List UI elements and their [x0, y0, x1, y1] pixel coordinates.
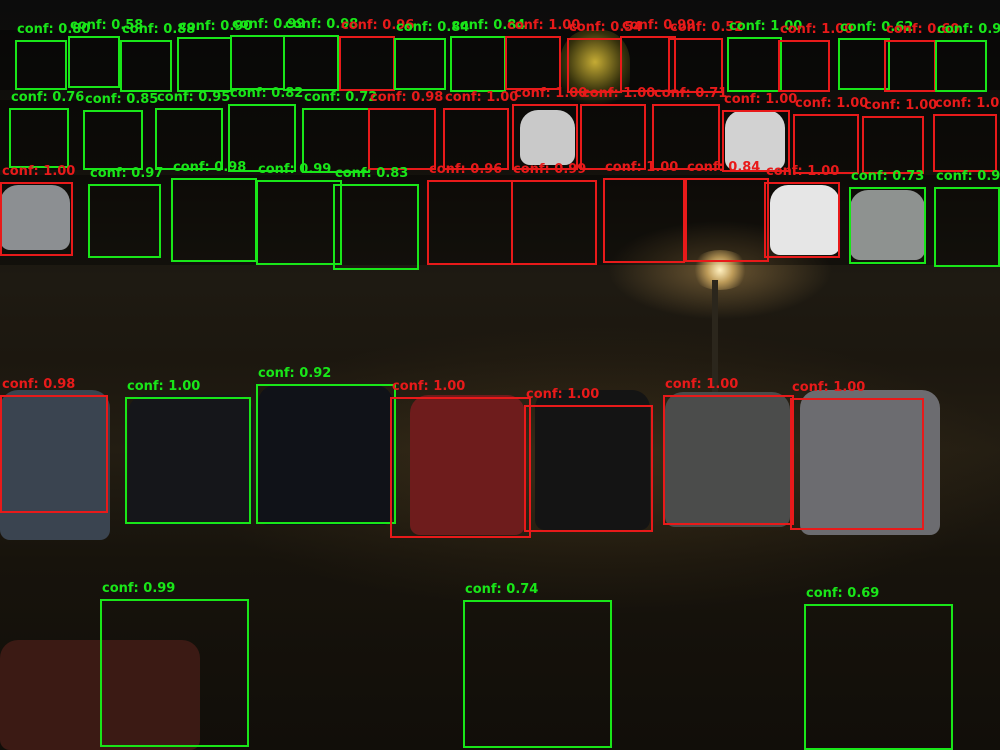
detection-label: conf: 0.74 — [465, 582, 539, 597]
detection-label: conf: 0.99 — [258, 162, 332, 177]
detection-box: conf: 1.00 — [125, 380, 251, 524]
detection-box: conf: 0.60 — [884, 23, 959, 92]
detection-label: conf: 1.0 — [935, 96, 1000, 111]
detection-box: conf: 1.00 — [512, 87, 587, 170]
detection-box: conf: 1.00 — [663, 378, 794, 525]
detection-box: conf: 0.98 — [368, 91, 443, 170]
detection-label: conf: 1.00 — [582, 86, 656, 101]
detection-label: conf: 0.92 — [258, 366, 332, 381]
detection-box: conf: 1.00 — [862, 99, 937, 174]
detection-label: conf: 0.99 — [102, 581, 176, 596]
detection-box: conf: 0.99 — [100, 582, 249, 747]
detection-box: conf: 0.58 — [68, 19, 143, 88]
detection-label: conf: 0.99 — [513, 162, 587, 177]
detection-label: conf: 0.97 — [90, 166, 164, 181]
detection-label: conf: 0.72 — [304, 90, 378, 105]
detection-box: conf: 0.73 — [849, 170, 926, 264]
detection-label: conf: 1.00 — [665, 377, 739, 392]
detection-box: conf: 0.83 — [333, 167, 419, 270]
detection-label: conf: 0.98 — [173, 160, 247, 175]
detection-label: conf: 0.96 — [429, 162, 503, 177]
detection-label: conf: 0.76 — [11, 90, 85, 105]
detection-box: conf: 0.90 — [177, 20, 252, 92]
detection-label: conf: 1.00 — [605, 160, 679, 175]
detection-box: conf: 0.99 — [511, 163, 597, 265]
detection-box: conf: 0.92 — [256, 367, 396, 524]
detection-box: conf: 1.00 — [764, 165, 840, 258]
detection-label: conf: 1.00 — [864, 98, 938, 113]
detection-box: conf: 1.00 — [727, 20, 802, 92]
detection-label: conf: 1.00 — [514, 86, 588, 101]
detection-label: conf: 1.00 — [766, 164, 840, 179]
detection-box: conf: 0.88 — [120, 23, 195, 92]
detection-box: conf: 0.80 — [15, 23, 90, 90]
detection-box: conf: 0.98 — [171, 161, 257, 262]
detection-label: conf: 0.9 — [936, 169, 1000, 184]
detection-box: conf: 0.99 — [256, 163, 342, 265]
detection-box: conf: 0.85 — [83, 93, 158, 170]
detection-box: conf: 1.00 — [603, 161, 685, 263]
detection-box: conf: 0.84 — [450, 19, 525, 92]
detection-label: conf: 1.00 — [445, 90, 519, 105]
detection-label: conf: 0.95 — [157, 90, 231, 105]
detection-label: conf: 1.00 — [2, 164, 76, 179]
detection-box: conf: 0.54 — [567, 21, 642, 93]
detection-box: conf: 1.00 — [778, 23, 853, 92]
detection-box: conf: 0.98 — [283, 18, 358, 91]
detection-box: conf: 1.00 — [524, 388, 653, 532]
detection-box: conf: 0.84 — [685, 161, 769, 262]
detection-label: conf: 1.00 — [526, 387, 600, 402]
detection-box: conf: 0.76 — [9, 91, 84, 168]
detection-box: conf: 0.9 — [934, 170, 1000, 267]
detection-box: conf: 0.9 — [935, 23, 1000, 92]
detection-label: conf: 0.9 — [937, 22, 1000, 37]
detection-label: conf: 0.83 — [335, 166, 409, 181]
detection-box: conf: 0.62 — [838, 21, 913, 90]
detection-box: conf: 0.96 — [427, 163, 513, 265]
parking-lot-scene: conf: 0.80 conf: 0.58 conf: 0.88 conf: 0… — [0, 0, 1000, 750]
detection-box: conf: 0.69 — [804, 587, 953, 750]
detection-label: conf: 1.00 — [127, 379, 201, 394]
detection-box: conf: 0.99 — [230, 18, 305, 90]
detection-label: conf: 0.71 — [654, 86, 728, 101]
detection-label: conf: 1.00 — [724, 92, 798, 107]
detection-box: conf: 0.84 — [394, 21, 469, 90]
detection-box: conf: 1.00 — [505, 19, 580, 90]
detection-box: conf: 1.00 — [0, 165, 75, 256]
detection-label: conf: 0.69 — [806, 586, 880, 601]
detection-box: conf: 0.97 — [88, 167, 163, 258]
detection-label: conf: 0.82 — [230, 86, 304, 101]
detection-label: conf: 0.84 — [687, 160, 761, 175]
detection-box: conf: 0.52 — [668, 21, 743, 93]
detection-label: conf: 0.98 — [2, 377, 76, 392]
detection-label: conf: 1.00 — [792, 380, 866, 395]
detection-box: conf: 1.00 — [790, 381, 924, 530]
detection-box: conf: 1.00 — [443, 91, 518, 170]
detection-label: conf: 0.85 — [85, 92, 159, 107]
detection-box: conf: 0.96 — [339, 19, 414, 91]
detection-label: conf: 0.73 — [851, 169, 925, 184]
detection-label: conf: 1.00 — [392, 379, 466, 394]
detection-box: conf: 1.00 — [390, 380, 531, 538]
detection-label: conf: 0.98 — [370, 90, 444, 105]
detection-box: conf: 0.98 — [0, 378, 108, 513]
detection-box: conf: 1.0 — [933, 97, 999, 172]
detection-box: conf: 0.74 — [463, 583, 612, 748]
detection-label: conf: 1.00 — [795, 96, 869, 111]
